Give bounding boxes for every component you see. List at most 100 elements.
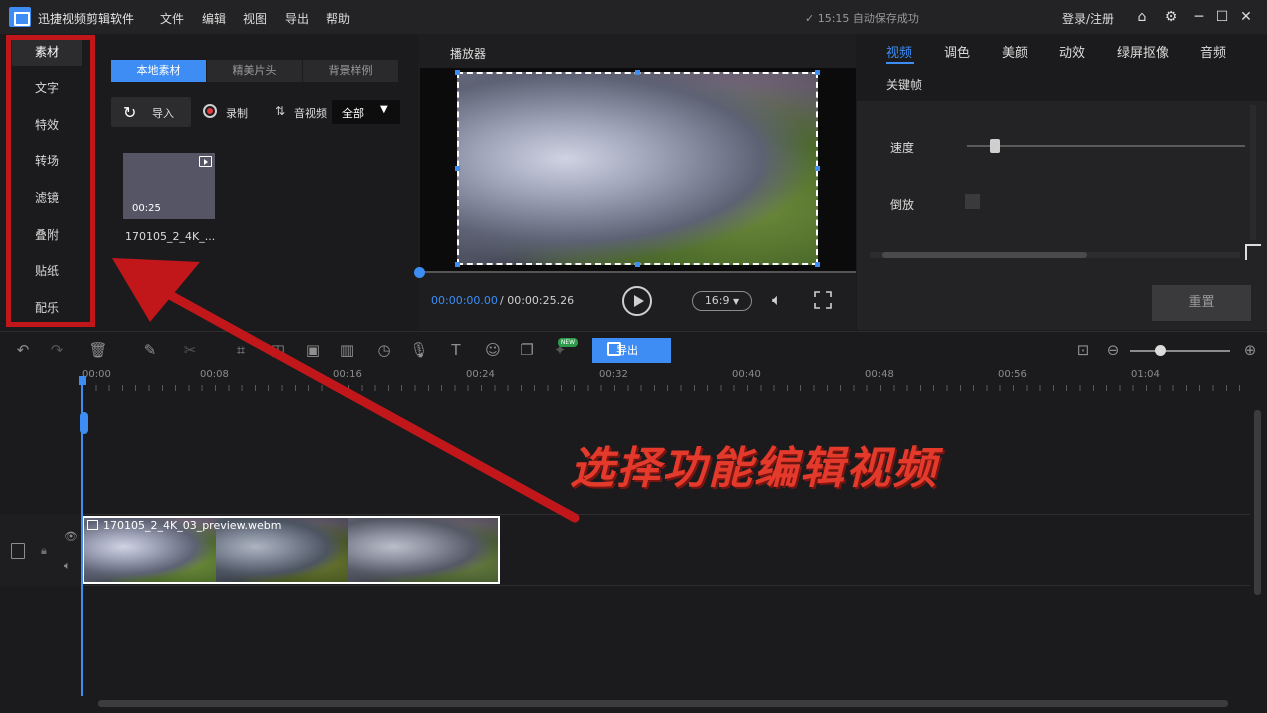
check-icon: ✓ xyxy=(805,12,818,25)
redo-icon[interactable]: ↷ xyxy=(47,340,67,360)
split-icon[interactable]: ✂ xyxy=(180,340,200,360)
playback-progress-knob[interactable] xyxy=(414,267,425,278)
playhead-marker[interactable] xyxy=(79,376,86,385)
speaker-icon[interactable]: 🔈︎ xyxy=(64,559,71,573)
record-icon[interactable] xyxy=(203,104,217,118)
delete-icon[interactable]: 🗑︎ xyxy=(88,340,108,360)
tab-video[interactable]: 视频 xyxy=(886,42,912,61)
login-link[interactable]: 登录/注册 xyxy=(1062,10,1114,27)
playhead-grip[interactable] xyxy=(80,412,88,434)
tick-label: 00:56 xyxy=(998,369,1027,380)
speed-slider[interactable] xyxy=(967,145,1245,147)
minimize-icon[interactable]: ─ xyxy=(1190,8,1208,26)
selection-frame xyxy=(457,72,818,265)
clock-icon[interactable]: ◷ xyxy=(374,340,394,360)
tab-chroma-key[interactable]: 绿屏抠像 xyxy=(1117,42,1169,61)
resize-handle[interactable] xyxy=(455,166,460,171)
resize-handle[interactable] xyxy=(815,70,820,75)
resize-handle[interactable] xyxy=(815,262,820,267)
new-badge: NEW xyxy=(558,338,578,347)
fit-icon[interactable]: ⊡ xyxy=(1073,340,1093,360)
clip-frame xyxy=(348,518,498,582)
tab-beauty[interactable]: 美颜 xyxy=(1002,42,1028,61)
resize-handle[interactable] xyxy=(455,70,460,75)
copy-icon[interactable]: ❐ xyxy=(517,340,537,360)
import-icon: ↻ xyxy=(123,103,137,122)
fullscreen-icon[interactable] xyxy=(814,291,832,309)
menu-edit[interactable]: 编辑 xyxy=(202,10,226,27)
menu-view[interactable]: 视图 xyxy=(243,10,267,27)
eye-icon[interactable]: 👁︎ xyxy=(64,530,78,543)
text-icon[interactable]: T xyxy=(446,340,466,360)
thumbnail-duration: 00:25 xyxy=(132,203,161,214)
menu-export[interactable]: 导出 xyxy=(285,10,309,27)
zoom-slider[interactable] xyxy=(1130,350,1230,352)
menu-help[interactable]: 帮助 xyxy=(326,10,350,27)
lock-icon[interactable]: 🔒︎ xyxy=(41,544,47,558)
thumbnail-name: 170105_2_4K_... xyxy=(125,230,216,243)
app-title: 迅捷视频剪辑软件 xyxy=(38,12,135,26)
resize-handle[interactable] xyxy=(815,166,820,171)
aspect-ratio-select[interactable]: 16:9 ▼ xyxy=(692,291,752,311)
menu-file[interactable]: 文件 xyxy=(160,10,184,27)
tick-label: 00:16 xyxy=(333,369,362,380)
record-label[interactable]: 录制 xyxy=(226,105,248,121)
tab-intro[interactable]: 精美片头 xyxy=(207,60,302,82)
track-divider xyxy=(0,514,1250,515)
chevron-down-icon: ▼ xyxy=(733,297,740,306)
video-badge-icon xyxy=(199,156,212,167)
tab-motion[interactable]: 动效 xyxy=(1059,42,1085,61)
voice-icon[interactable]: ☺ xyxy=(483,340,503,360)
tab-audio[interactable]: 音频 xyxy=(1200,42,1226,61)
zoom-slider-knob[interactable] xyxy=(1155,345,1166,356)
rotate-icon[interactable]: ◫ xyxy=(268,340,288,360)
volume-icon[interactable]: 🔈︎ xyxy=(772,290,782,310)
tick-label: 00:00 xyxy=(82,369,111,380)
tab-color[interactable]: 调色 xyxy=(944,42,970,61)
zoom-in-icon[interactable]: ⊕ xyxy=(1240,340,1260,360)
reset-button[interactable]: 重置 xyxy=(1152,285,1251,321)
tab-keyframe[interactable]: 关键帧 xyxy=(886,76,922,93)
tick-label: 00:08 xyxy=(200,369,229,380)
properties-vscroll[interactable] xyxy=(1250,105,1256,240)
current-time: 00:00:00.00 xyxy=(431,294,498,307)
dropdown-arrow-icon: ▼ xyxy=(380,104,388,115)
tick-label: 00:24 xyxy=(466,369,495,380)
tick-label: 00:48 xyxy=(865,369,894,380)
zoom-out-icon[interactable]: ⊖ xyxy=(1103,340,1123,360)
edit-icon[interactable]: ✎ xyxy=(140,340,160,360)
player-title: 播放器 xyxy=(450,47,487,61)
film-icon xyxy=(11,543,25,559)
mic-icon[interactable]: 🎙︎ xyxy=(409,340,429,360)
annotation-highlight-box xyxy=(6,35,95,327)
track-divider xyxy=(0,585,1250,586)
properties-hscroll-thumb[interactable] xyxy=(882,252,1087,258)
playback-progress-bar[interactable] xyxy=(420,271,856,273)
aspect-ratio-value: 16:9 xyxy=(704,294,730,307)
tab-local-material[interactable]: 本地素材 xyxy=(111,60,206,82)
tick-label: 01:04 xyxy=(1131,369,1160,380)
play-button[interactable] xyxy=(622,286,652,316)
total-time: / 00:00:25.26 xyxy=(500,294,575,307)
undo-icon[interactable]: ↶ xyxy=(13,340,33,360)
clip-name: 170105_2_4K_03_preview.webm xyxy=(103,519,282,532)
corner-mark xyxy=(1245,244,1261,260)
resize-handle[interactable] xyxy=(635,70,640,75)
settings-gear-icon[interactable]: ⚙ xyxy=(1162,8,1180,26)
app-logo-icon xyxy=(9,7,31,27)
home-icon[interactable]: ⌂ xyxy=(1133,8,1151,26)
export-button[interactable]: 导出 xyxy=(592,338,671,363)
audio-wave-icon[interactable]: ▥ xyxy=(337,340,357,360)
speed-slider-knob[interactable] xyxy=(990,139,1000,153)
timeline-vscroll-thumb[interactable] xyxy=(1254,410,1261,595)
resize-handle[interactable] xyxy=(455,262,460,267)
mosaic-icon[interactable]: ▣ xyxy=(303,340,323,360)
reverse-checkbox[interactable] xyxy=(965,194,980,209)
resize-handle[interactable] xyxy=(635,262,640,267)
close-icon[interactable]: ✕ xyxy=(1237,8,1255,26)
crop-icon[interactable]: ⌗ xyxy=(231,340,251,360)
speed-label: 速度 xyxy=(890,141,915,155)
tab-background[interactable]: 背景样例 xyxy=(303,60,398,82)
timeline-hscroll-thumb[interactable] xyxy=(98,700,1228,707)
maximize-icon[interactable]: ☐ xyxy=(1213,8,1231,26)
